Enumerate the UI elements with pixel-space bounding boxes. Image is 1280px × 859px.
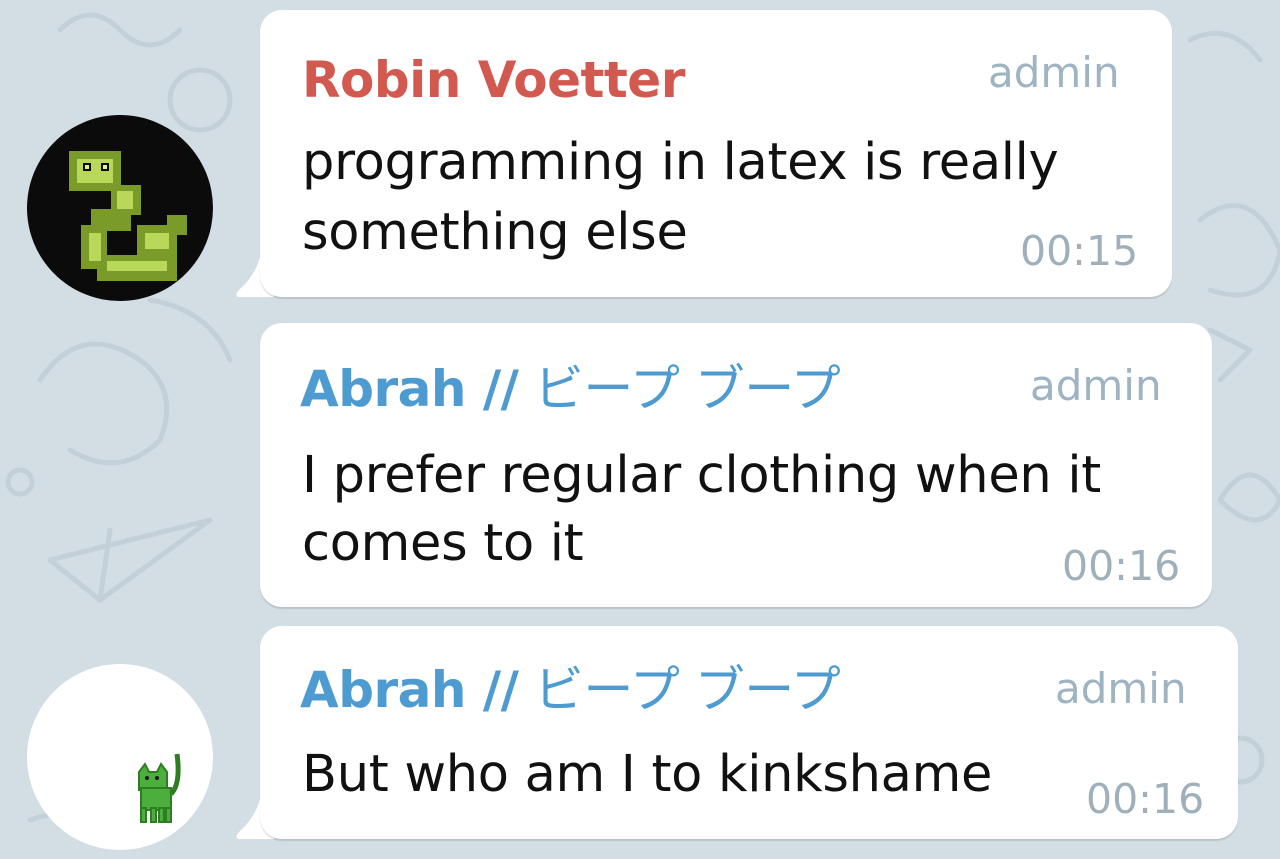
sender-name[interactable]: Abrah // ビープ ブープ [300,660,841,720]
robin-voetter-avatar[interactable] [27,115,213,301]
message-bubble[interactable]: Abrah // ビープ ブープ admin I prefer regular … [260,323,1212,607]
message-bubble[interactable]: Abrah // ビープ ブープ admin But who am I to k… [260,626,1238,839]
sender-name[interactable]: Abrah // ビープ ブープ [300,359,841,419]
message-time: 00:15 [1020,227,1139,275]
message-text-line: But who am I to kinkshame [302,745,993,804]
message-time: 00:16 [1062,542,1181,590]
message-bubble[interactable]: Robin Voetter admin programming in latex… [260,10,1172,297]
green-cat-icon [138,753,181,823]
message-text-line: programming in latex is really [302,133,1059,192]
message-text-line: something else [302,203,688,262]
admin-badge: admin [988,48,1120,97]
pixel-snake-icon [69,151,187,281]
admin-badge: admin [1030,361,1162,410]
admin-badge: admin [1055,664,1187,713]
sender-name-text: Abrah // [300,661,519,719]
sender-name[interactable]: Robin Voetter [302,50,685,110]
sender-name-text: Robin Voetter [302,51,685,109]
message-text-line: I prefer regular clothing when it [302,446,1101,505]
sender-name-suffix: ビープ ブープ [518,661,841,719]
message-text-line: comes to it [302,514,584,573]
sender-name-suffix: ビープ ブープ [518,360,841,418]
abrah-avatar[interactable] [27,664,213,850]
sender-name-text: Abrah // [300,360,519,418]
message-time: 00:16 [1086,775,1205,823]
